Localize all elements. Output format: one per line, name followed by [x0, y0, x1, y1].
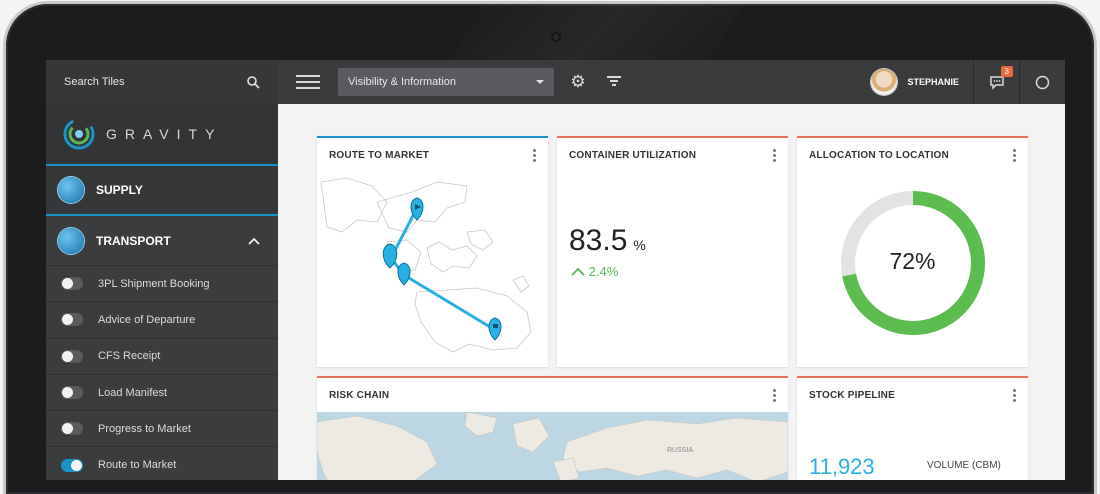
- search-tiles-field[interactable]: Search Tiles: [46, 60, 278, 104]
- supply-globe-icon: [58, 177, 84, 203]
- sidebar-item-advice-of-departure[interactable]: Advice of Departure: [46, 302, 278, 339]
- sidebar-item-cfs-receipt[interactable]: CFS Receipt: [46, 339, 278, 375]
- chevron-up-icon[interactable]: [248, 237, 260, 245]
- app-screen: Search Tiles GRAVITY SUPPLY TRANSPORT 3P…: [46, 60, 1065, 480]
- sidebar-item-label: 3PL Shipment Booking: [98, 277, 210, 290]
- tile-risk-chain[interactable]: RISK CHAIN RUSSIA: [317, 376, 788, 480]
- sidebar-item-label: Advice of Departure: [98, 313, 196, 326]
- sidebar-item-label: CFS Receipt: [98, 350, 161, 363]
- sidebar-section-transport[interactable]: TRANSPORT: [46, 216, 278, 266]
- utilization-value: 83.5: [569, 224, 628, 257]
- caret-down-icon: [536, 80, 544, 84]
- sidebar-item-3pl-shipment-booking[interactable]: 3PL Shipment Booking: [46, 266, 278, 303]
- gear-icon[interactable]: ⚙: [566, 72, 590, 92]
- sidebar-item-label: Progress to Market: [98, 422, 191, 435]
- dashboard-select[interactable]: Visibility & Information: [338, 68, 554, 96]
- hamburger-menu-icon[interactable]: [296, 71, 320, 93]
- sidebar-item-label: Route to Market: [98, 459, 177, 472]
- filter-icon[interactable]: [602, 72, 626, 92]
- username: STEPHANIE: [907, 77, 959, 87]
- stock-volume-value: 11,923: [809, 454, 875, 479]
- tile-container-utilization[interactable]: CONTAINER UTILIZATION 83.5% 2.4%: [557, 136, 788, 367]
- tile-title: ALLOCATION TO LOCATION: [809, 149, 949, 161]
- brand-logo: GRAVITY: [46, 104, 278, 166]
- brand-name: GRAVITY: [106, 126, 223, 142]
- avatar[interactable]: [871, 69, 898, 95]
- more-options-icon[interactable]: [533, 148, 536, 162]
- laptop-frame: Search Tiles GRAVITY SUPPLY TRANSPORT 3P…: [0, 0, 1100, 494]
- tile-allocation-to-location[interactable]: ALLOCATION TO LOCATION 72%: [797, 136, 1028, 367]
- toggle-switch[interactable]: [61, 422, 83, 436]
- sidebar-item-label: Load Manifest: [98, 386, 168, 399]
- route-map: [320, 177, 532, 353]
- sidebar-section-supply[interactable]: SUPPLY: [46, 166, 278, 216]
- user-menu[interactable]: STEPHANIE 3: [871, 60, 1065, 104]
- utilization-value-wrap: 83.5%: [569, 224, 646, 258]
- gravity-logo-icon: [63, 118, 95, 150]
- sidebar-item-route-to-market[interactable]: Route to Market: [46, 447, 278, 480]
- sidebar-item-progress-to-market[interactable]: Progress to Market: [46, 411, 278, 448]
- tile-title: CONTAINER UTILIZATION: [569, 149, 697, 161]
- notification-badge: 3: [1000, 66, 1013, 77]
- allocation-percent: 72%: [889, 248, 936, 274]
- tile-title: ROUTE TO MARKET: [329, 149, 430, 161]
- more-options-icon[interactable]: [773, 388, 776, 402]
- tile-stock-pipeline[interactable]: STOCK PIPELINE 11,923 VOLUME (CBM): [797, 376, 1028, 480]
- dashboard-select-value: Visibility & Information: [348, 76, 457, 88]
- stock-volume-unit: VOLUME (CBM): [927, 460, 1001, 471]
- tile-title: RISK CHAIN: [329, 389, 390, 401]
- utilization-unit: %: [633, 237, 646, 253]
- messages-button[interactable]: 3: [973, 60, 1019, 104]
- more-options-icon[interactable]: [1013, 388, 1016, 402]
- more-options-icon[interactable]: [1013, 148, 1016, 162]
- compass-icon: [1035, 75, 1050, 89]
- toggle-switch[interactable]: [61, 386, 83, 400]
- transport-globe-icon: [58, 227, 84, 254]
- map-label-russia: RUSSIA: [667, 447, 693, 454]
- tile-route-to-market[interactable]: ROUTE TO MARKET: [317, 136, 548, 367]
- sidebar-item-load-manifest[interactable]: Load Manifest: [46, 375, 278, 412]
- section-label-supply: SUPPLY: [96, 183, 143, 197]
- toggle-switch[interactable]: [61, 313, 83, 327]
- more-options-icon[interactable]: [773, 148, 776, 162]
- screen-bezel: Search Tiles GRAVITY SUPPLY TRANSPORT 3P…: [6, 4, 1094, 494]
- toggle-switch[interactable]: [61, 277, 83, 291]
- utilization-delta-value: 2.4%: [588, 264, 619, 279]
- arrow-up-icon: [571, 267, 585, 276]
- sidebar: Search Tiles GRAVITY SUPPLY TRANSPORT 3P…: [46, 60, 278, 480]
- search-icon[interactable]: [247, 75, 260, 89]
- compass-button[interactable]: [1019, 60, 1065, 104]
- top-bar: Visibility & Information ⚙ STEPHANIE 3: [278, 60, 1065, 104]
- section-label-transport: TRANSPORT: [96, 233, 171, 248]
- toggle-switch[interactable]: [61, 349, 83, 363]
- search-tiles-placeholder: Search Tiles: [64, 76, 125, 88]
- tile-title: STOCK PIPELINE: [809, 389, 895, 401]
- utilization-delta: 2.4%: [571, 264, 618, 279]
- webcam: [551, 32, 561, 42]
